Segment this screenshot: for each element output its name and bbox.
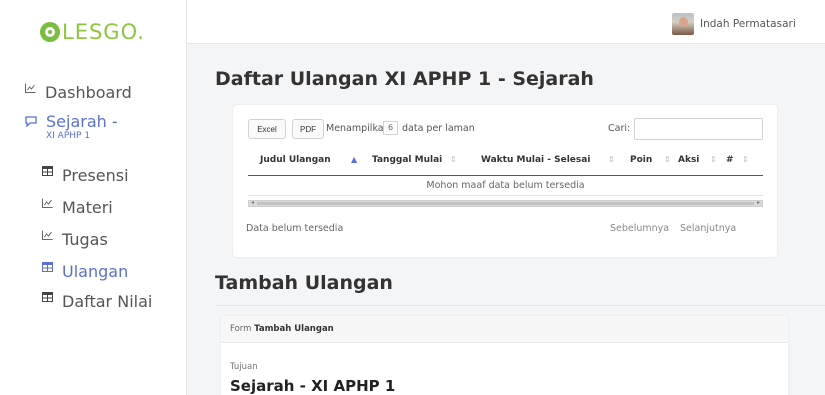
table-icon: [42, 166, 53, 176]
sort-icon[interactable]: ⇕: [608, 155, 615, 164]
export-excel-button[interactable]: Excel: [248, 119, 286, 139]
course-name: Sejarah -: [46, 112, 118, 131]
table-info: Data belum tersedia: [246, 223, 344, 234]
sidebar: LESGO. Dashboard Sejarah - XI APHP 1 Pre…: [0, 0, 187, 395]
horizontal-scrollbar[interactable]: ◂ ▸: [248, 199, 763, 207]
sidebar-item-label: Daftar Nilai: [62, 292, 153, 311]
column-waktu[interactable]: Waktu Mulai - Selesai: [481, 155, 590, 165]
sidebar-item-tugas[interactable]: Tugas: [42, 230, 108, 249]
column-poin[interactable]: Poin: [630, 155, 652, 165]
tujuan-label: Tujuan: [230, 362, 258, 372]
sidebar-item-daftar-nilai[interactable]: Daftar Nilai: [42, 292, 152, 311]
table-header: Judul Ulangan ▲ Tanggal Mulai ⇕ Waktu Mu…: [248, 145, 763, 176]
sidebar-item-course[interactable]: Sejarah - XI APHP 1: [25, 112, 118, 143]
form-header-title: Tambah Ulangan: [254, 324, 334, 334]
section-divider: [215, 305, 825, 306]
sidebar-item-label: Dashboard: [45, 83, 132, 102]
tujuan-value: Sejarah - XI APHP 1: [230, 377, 396, 395]
section-title: Tambah Ulangan: [215, 272, 393, 294]
sidebar-item-label: Presensi: [62, 166, 129, 185]
page-length-prefix: Menampilkan: [326, 123, 390, 134]
sidebar-item-label: Ulangan: [62, 262, 129, 281]
page-length-select[interactable]: 6: [383, 121, 398, 135]
chat-icon: [25, 116, 37, 127]
search-label: Cari:: [608, 123, 631, 134]
pagination-previous[interactable]: Sebelumnya: [610, 223, 669, 234]
pagination-next[interactable]: Selanjutnya: [680, 223, 736, 234]
topbar: Indah Permatasari: [187, 0, 825, 44]
scrollbar-thumb[interactable]: [257, 202, 754, 205]
form-header: Form Tambah Ulangan: [221, 316, 788, 343]
sort-asc-icon[interactable]: ▲: [351, 155, 357, 164]
scroll-right-icon[interactable]: ▸: [757, 199, 760, 206]
chart-icon: [42, 198, 53, 208]
chart-icon: [42, 230, 53, 240]
page-length-suffix: data per laman: [402, 123, 475, 134]
empty-table-message: Mohon maaf data belum tersedia: [248, 176, 763, 196]
table-icon: [42, 292, 53, 302]
sort-icon[interactable]: ⇕: [664, 155, 671, 164]
logo-text: LESGO.: [62, 20, 145, 44]
ulangan-table-card: Excel PDF Menampilkan 6 data per laman C…: [233, 105, 777, 257]
sidebar-item-label: Tugas: [62, 230, 108, 249]
course-class: XI APHP 1: [46, 131, 91, 141]
sidebar-item-materi[interactable]: Materi: [42, 198, 113, 217]
search-input[interactable]: [634, 118, 763, 140]
scroll-left-icon[interactable]: ◂: [251, 199, 254, 206]
export-pdf-button[interactable]: PDF: [292, 119, 324, 139]
table-icon: [42, 262, 53, 272]
user-name[interactable]: Indah Permatasari: [700, 18, 796, 30]
logo-icon: [40, 22, 60, 42]
sidebar-item-presensi[interactable]: Presensi: [42, 166, 129, 185]
sidebar-item-ulangan[interactable]: Ulangan: [42, 262, 128, 281]
form-card: Form Tambah Ulangan Tujuan Sejarah - XI …: [221, 316, 788, 395]
column-hash[interactable]: #: [726, 155, 734, 165]
avatar[interactable]: [672, 13, 694, 35]
chart-icon: [25, 83, 36, 93]
column-judul-ulangan[interactable]: Judul Ulangan: [260, 155, 331, 165]
sort-icon[interactable]: ⇕: [450, 155, 457, 164]
column-tanggal-mulai[interactable]: Tanggal Mulai: [372, 155, 442, 165]
sidebar-item-dashboard[interactable]: Dashboard: [25, 83, 132, 102]
column-aksi[interactable]: Aksi: [678, 155, 699, 165]
sort-icon[interactable]: ⇕: [710, 155, 717, 164]
page-title: Daftar Ulangan XI APHP 1 - Sejarah: [215, 68, 594, 90]
form-header-prefix: Form: [230, 324, 252, 334]
sidebar-item-label: Materi: [62, 198, 113, 217]
logo[interactable]: LESGO.: [0, 0, 186, 64]
sort-icon[interactable]: ⇕: [742, 155, 749, 164]
